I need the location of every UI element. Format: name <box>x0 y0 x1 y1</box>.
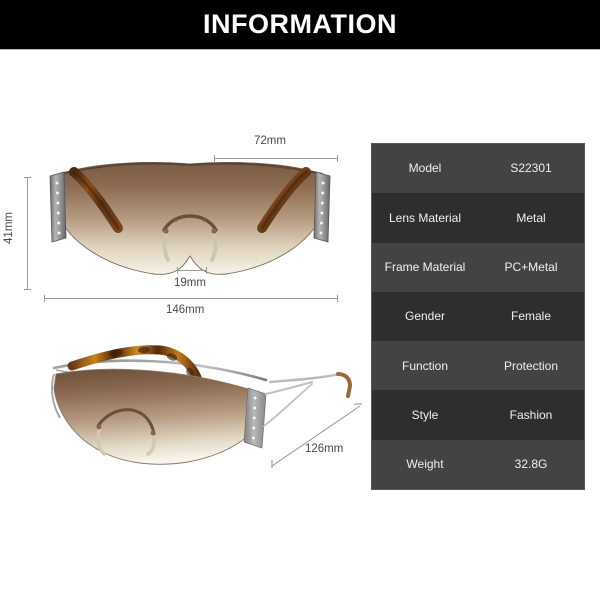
total-width-dimension-line <box>44 295 338 302</box>
spec-value: PC+Metal <box>504 260 558 274</box>
angled-right-screw <box>150 430 156 436</box>
left-bridge-screw <box>163 228 169 234</box>
angled-left-screw <box>96 424 102 430</box>
table-row: Model S22301 <box>372 144 584 194</box>
table-row: Style Fashion <box>372 390 584 440</box>
far-temple-wire <box>268 372 342 384</box>
bridge-rivet-left <box>174 218 178 222</box>
page-root: INFORMATION 72mm 41mm 19mm 146mm 126mm M… <box>0 0 600 600</box>
spec-key: Weight <box>406 457 444 472</box>
page-title: INFORMATION <box>203 9 397 39</box>
lens-width-label: 72mm <box>254 135 286 147</box>
angled-lens <box>53 368 263 465</box>
table-row: Lens Material Metal <box>372 193 584 243</box>
table-row: Function Protection <box>372 341 584 391</box>
spec-key: Gender <box>404 309 446 324</box>
spec-key: Style <box>411 407 439 422</box>
lens-height-label: 41mm <box>2 212 15 244</box>
table-row: Gender Female <box>372 291 584 342</box>
page-header: INFORMATION <box>0 0 600 50</box>
bridge-width-label: 19mm <box>174 277 206 289</box>
far-temple-tip <box>336 372 353 398</box>
temple-length-dimension-line <box>271 403 362 468</box>
spec-value: S22301 <box>510 161 552 176</box>
angled-hinge-strut-upper <box>265 381 313 395</box>
table-row: Weight 32.8G <box>372 439 584 489</box>
spec-value: Protection <box>503 358 559 373</box>
specification-table: Model S22301 Lens Material Metal Frame M… <box>371 143 585 490</box>
table-row: Frame Material PC+Metal <box>372 242 584 292</box>
front-lens <box>55 162 325 275</box>
lens-height-dimension-line <box>24 177 31 290</box>
product-front-view <box>30 150 350 290</box>
spec-key: Model <box>408 161 442 176</box>
spec-value: Metal <box>516 210 546 225</box>
spec-key: Frame Material <box>384 260 466 274</box>
total-width-label: 146mm <box>166 304 205 316</box>
lens-width-dimension-line <box>214 155 338 162</box>
front-view-svg <box>49 162 331 275</box>
spec-value: 32.8G <box>514 457 548 472</box>
spec-key: Function <box>401 358 449 373</box>
spec-value: Female <box>510 309 551 324</box>
temple-length-label: 126mm <box>305 443 344 455</box>
bridge-rivet-right <box>202 218 206 222</box>
spec-value: Fashion <box>509 407 553 422</box>
bridge-width-dimension-line <box>177 267 207 274</box>
right-bridge-screw <box>211 228 217 234</box>
spec-key: Lens Material <box>388 210 462 225</box>
